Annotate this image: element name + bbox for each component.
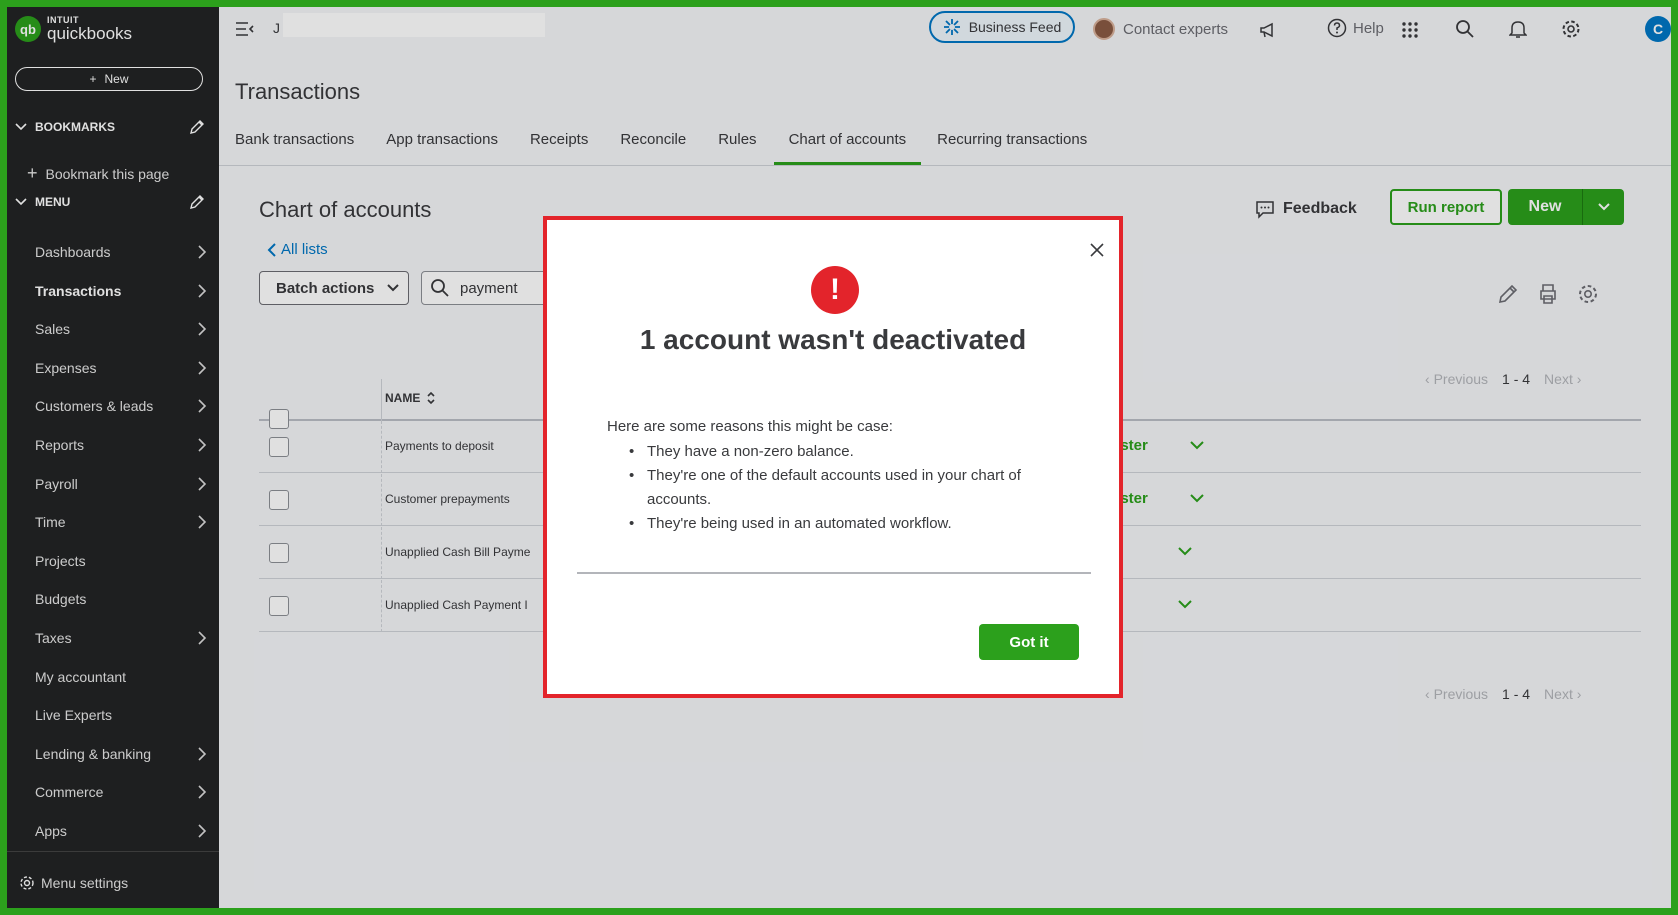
got-it-button[interactable]: Got it bbox=[979, 624, 1079, 660]
dialog-intro: Here are some reasons this might be case… bbox=[607, 418, 893, 435]
dialog-title: 1 account wasn't deactivated bbox=[639, 324, 1027, 355]
reasons-list: They have a non-zero balance. They're on… bbox=[629, 440, 1065, 536]
dialog-divider bbox=[577, 572, 1091, 574]
close-dialog-button[interactable] bbox=[1087, 240, 1107, 260]
reason-item: They're one of the default accounts used… bbox=[629, 464, 1065, 512]
deactivation-dialog: ! 1 account wasn't deactivated Here are … bbox=[543, 216, 1123, 698]
app-frame: qb INTUIT quickbooks + New BOOKMARKS + B… bbox=[7, 7, 1671, 908]
close-icon bbox=[1090, 243, 1104, 257]
reason-item: They have a non-zero balance. bbox=[629, 440, 1065, 464]
reason-item: They're being used in an automated workf… bbox=[629, 512, 1065, 536]
alert-icon: ! bbox=[811, 266, 859, 314]
